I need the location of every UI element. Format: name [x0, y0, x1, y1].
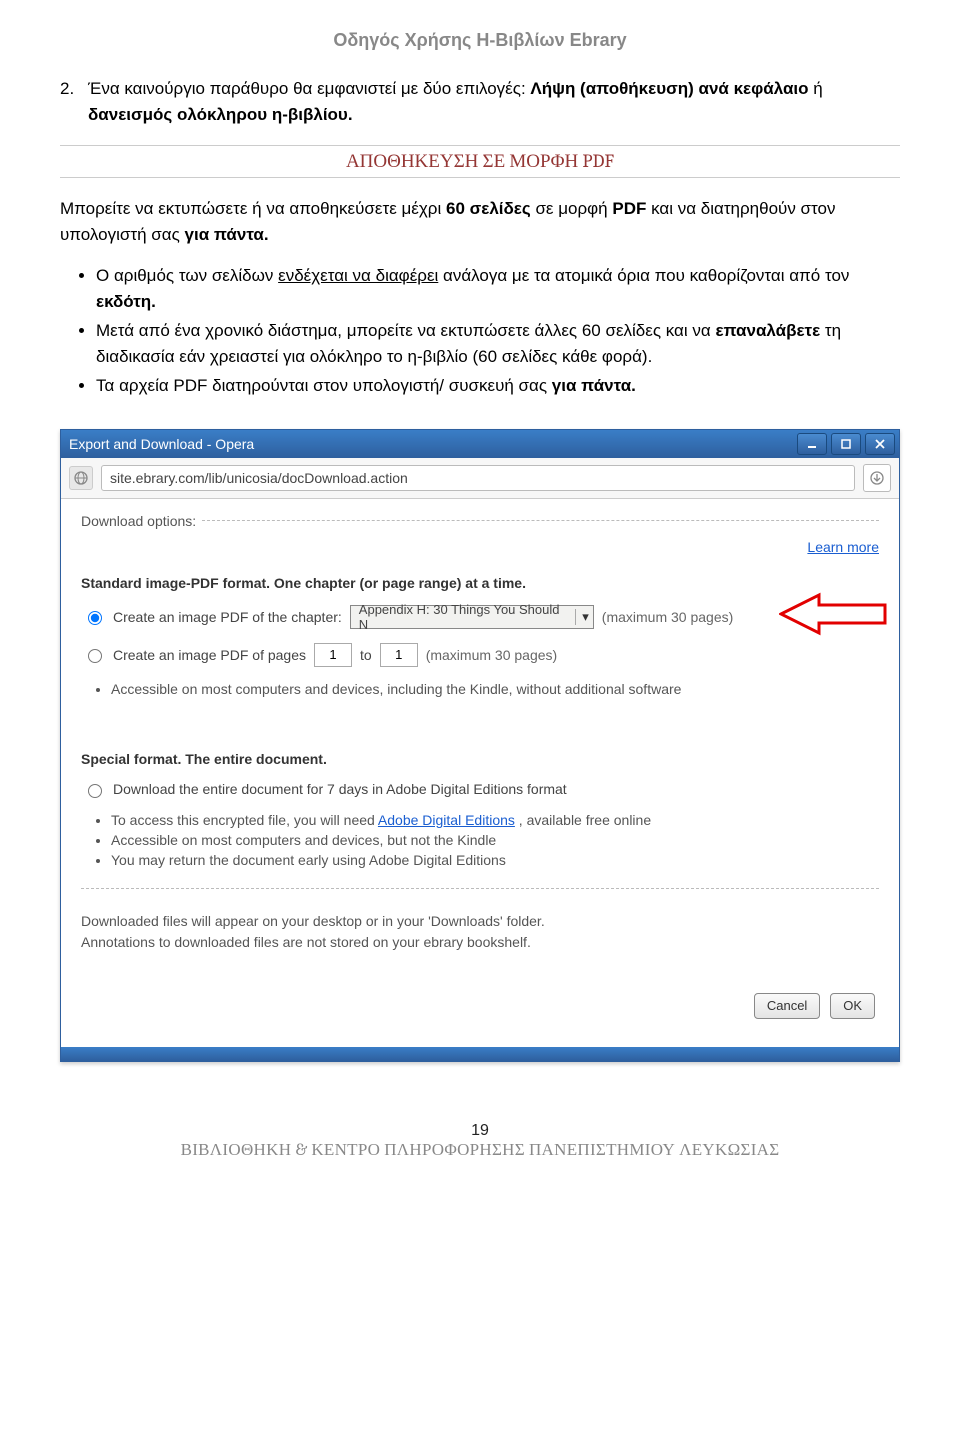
special-sub-list: To access this encrypted file, you will … [81, 812, 879, 868]
maximize-icon [841, 439, 851, 449]
radio-chapter-label: Create an image PDF of the chapter: [113, 609, 342, 625]
divider-line [202, 520, 879, 521]
text: σε μορφή [531, 199, 613, 218]
download-icon [870, 471, 884, 485]
text-bold: επαναλάβετε [715, 321, 820, 340]
page-footer: 19 ΒΙΒΛΙΟΘΗΚΗ & ΚΕΝΤΡΟ ΠΛΗΡΟΦΟΡΗΣΗΣ ΠΑΝΕ… [60, 1122, 900, 1160]
list-item: Τα αρχεία PDF διατηρούνται στον υπολογισ… [96, 373, 900, 399]
standard-sub-list: Accessible on most computers and devices… [81, 681, 879, 697]
item-text: Ένα καινούργιο παράθυρο θα εμφανιστεί με… [88, 76, 900, 127]
text-bold: εκδότη. [96, 292, 156, 311]
text: Μπορείτε να εκτυπώσετε ή να αποθηκεύσετε… [60, 199, 446, 218]
fieldset-legend: Download options: [81, 513, 879, 529]
status-bar [61, 1047, 899, 1061]
item-marker: 2. [60, 76, 88, 127]
option-pages-row: Create an image PDF of pages to (maximum… [83, 643, 879, 667]
radio-pages-label: Create an image PDF of pages [113, 647, 306, 663]
bullet-list: Ο αριθμός των σελίδων ενδέχεται να διαφέ… [60, 263, 900, 399]
globe-icon-svg [74, 471, 88, 485]
text-bold: 60 σελίδες [446, 199, 531, 218]
radio-pages[interactable] [88, 649, 102, 663]
divider [81, 888, 879, 889]
download-indicator[interactable] [863, 464, 891, 492]
text-bold: για πάντα. [185, 225, 269, 244]
close-icon [875, 439, 885, 449]
learn-more-link[interactable]: Learn more [81, 539, 879, 555]
page-number: 19 [60, 1122, 900, 1140]
text: To access this encrypted file, you will … [111, 812, 378, 828]
radio-chapter[interactable] [88, 611, 102, 625]
list-item: Accessible on most computers and devices… [111, 681, 879, 697]
text-bold: για πάντα. [552, 376, 636, 395]
special-format-heading: Special format. The entire document. [81, 751, 879, 767]
footer-note: Downloaded files will appear on your des… [81, 911, 879, 953]
footer-organization: ΒΙΒΛΙΟΘΗΚΗ & ΚΕΝΤΡΟ ΠΛΗΡΟΦΟΡΗΣΗΣ ΠΑΝΕΠΙΣ… [60, 1140, 900, 1160]
window-controls [797, 433, 895, 455]
arrow-left-icon [779, 591, 889, 637]
page-from-input[interactable] [314, 643, 352, 667]
maximize-button[interactable] [831, 433, 861, 455]
radio-download[interactable] [88, 784, 102, 798]
text-bold: δανεισμός ολόκληρου η-βιβλίου. [88, 105, 353, 124]
window-title: Export and Download - Opera [69, 436, 254, 452]
radio-download-label: Download the entire document for 7 days … [113, 781, 567, 797]
list-item: Ο αριθμός των σελίδων ενδέχεται να διαφέ… [96, 263, 900, 314]
minimize-button[interactable] [797, 433, 827, 455]
minimize-icon [807, 439, 817, 449]
text-bold: Λήψη (αποθήκευση) ανά κεφάλαιο [530, 79, 808, 98]
page-to-input[interactable] [380, 643, 418, 667]
text: Μετά από ένα χρονικό διάστημα, μπορείτε … [96, 321, 715, 340]
text-underline: ενδέχεται να διαφέρει [278, 266, 438, 285]
legend-text: Download options: [81, 513, 196, 529]
address-bar-row [61, 458, 899, 499]
browser-window: Export and Download - Opera [60, 429, 900, 1062]
text: ανάλογα με τα ατομικά όρια που καθορίζον… [438, 266, 849, 285]
note-line-1: Downloaded files will appear on your des… [81, 911, 879, 932]
pages-note: (maximum 30 pages) [426, 647, 558, 663]
numbered-item-2: 2. Ένα καινούργιο παράθυρο θα εμφανιστεί… [60, 76, 900, 127]
section-heading: ΑΠΟΘΗΚΕΥΣΗ ΣΕ ΜΟΡΦΗ PDF [60, 145, 900, 178]
text: , available free online [515, 812, 651, 828]
note-line-2: Annotations to downloaded files are not … [81, 932, 879, 953]
text: Τα αρχεία PDF διατηρούνται στον υπολογισ… [96, 376, 552, 395]
option-download-row: Download the entire document for 7 days … [83, 781, 879, 798]
to-label: to [360, 647, 372, 663]
list-item: To access this encrypted file, you will … [111, 812, 879, 828]
list-item: Μετά από ένα χρονικό διάστημα, μπορείτε … [96, 318, 900, 369]
doc-header: Οδηγός Χρήσης Η-Βιβλίων Ebrary [60, 30, 900, 51]
text: Ο αριθμός των σελίδων [96, 266, 278, 285]
globe-icon[interactable] [69, 466, 93, 490]
paragraph: Μπορείτε να εκτυπώσετε ή να αποθηκεύσετε… [60, 196, 900, 247]
text: ή [809, 79, 823, 98]
chapter-note: (maximum 30 pages) [602, 609, 734, 625]
annotation-arrow [779, 591, 889, 637]
close-button[interactable] [865, 433, 895, 455]
ok-button[interactable]: OK [830, 993, 875, 1019]
list-item: Accessible on most computers and devices… [111, 832, 879, 848]
adobe-link[interactable]: Adobe Digital Editions [378, 812, 515, 828]
option-chapter-row: Create an image PDF of the chapter: Appe… [83, 605, 879, 629]
chapter-dropdown[interactable]: Appendix H: 30 Things You Should N ▾ [350, 605, 594, 629]
cancel-button[interactable]: Cancel [754, 993, 820, 1019]
text: Ένα καινούργιο παράθυρο θα εμφανιστεί με… [88, 79, 530, 98]
address-input[interactable] [101, 465, 855, 491]
list-item: You may return the document early using … [111, 852, 879, 868]
standard-format-heading: Standard image-PDF format. One chapter (… [81, 575, 879, 591]
text-bold: PDF [612, 199, 646, 218]
chevron-down-icon: ▾ [575, 609, 589, 625]
dialog-buttons: Cancel OK [81, 993, 879, 1033]
chapter-dropdown-value: Appendix H: 30 Things You Should N [359, 602, 569, 632]
dialog-content: Download options: Learn more Standard im… [61, 499, 899, 1047]
window-titlebar: Export and Download - Opera [61, 430, 899, 458]
